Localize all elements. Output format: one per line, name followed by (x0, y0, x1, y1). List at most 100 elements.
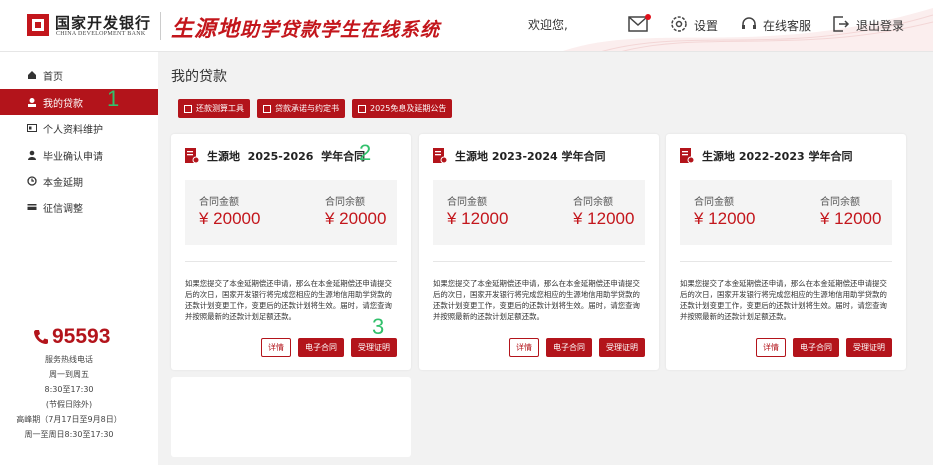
logo-divider (160, 12, 161, 40)
hotline-caption: 服务热线电话 (45, 355, 93, 364)
details-button[interactable]: 详情 (756, 338, 786, 357)
card-divider (185, 261, 397, 262)
contract-card: 生源地 2022-2023 学年合同 合同金额 ¥ 12000 合同余额 ¥ 1… (666, 134, 906, 370)
sidebar-item-label: 本金延期 (43, 177, 83, 189)
empty-card (171, 377, 411, 457)
logout-label: 退出登录 (856, 18, 905, 33)
logo-name-cn: 国家开发银行 (55, 14, 152, 32)
contract-amount-value: ¥ 12000 (447, 209, 509, 228)
loan-icon (27, 97, 37, 107)
amount-panel: 合同金额 ¥ 12000 合同余额 ¥ 12000 (680, 180, 892, 245)
sidebar-item-my-loans[interactable]: 我的贷款 (0, 89, 158, 115)
e-contract-button[interactable]: 电子合同 (546, 338, 592, 357)
card-actions: 详情 电子合同 受理证明 (756, 338, 892, 357)
hotline: 95593 (33, 325, 110, 349)
contract-balance-label: 合同余额 (573, 197, 613, 208)
contract-card-title: 生源地 2022-2023 学年合同 (680, 148, 852, 164)
sidebar-item-home[interactable]: 首页 (0, 62, 158, 88)
gear-icon (670, 15, 688, 36)
system-title: 生源地助学贷款学生在线系统 (171, 11, 440, 43)
sidebar-item-principal-deferral[interactable]: 本金延期 (0, 168, 158, 194)
interest-free-notice-button[interactable]: 2025免息及延期公告 (352, 99, 453, 118)
contract-balance-value: ¥ 12000 (820, 209, 882, 228)
acceptance-certificate-button[interactable]: 受理证明 (599, 338, 645, 357)
sidebar-item-label: 首页 (43, 71, 63, 83)
contract-amount-value: ¥ 12000 (694, 209, 756, 228)
amount-panel: 合同金额 ¥ 12000 合同余额 ¥ 12000 (433, 180, 645, 245)
logout-button[interactable]: 退出登录 (832, 14, 904, 36)
welcome-text: 欢迎您, (528, 18, 568, 32)
deferral-notice: 如果您提交了本金延期偿还申请，那么在本金延期偿还申请提交后的次日，国家开发银行将… (185, 279, 392, 321)
headset-icon (741, 16, 757, 35)
contract-doc-icon (185, 148, 199, 164)
hotline-number: 95593 (52, 325, 111, 348)
contract-amount-label: 合同金额 (447, 197, 487, 208)
annotation-number-2: 2 (359, 140, 372, 165)
mail-button[interactable] (628, 13, 654, 36)
system-title-prefix: 生源地 (171, 17, 241, 42)
contract-card: 生源地 2023-2024 学年合同 合同金额 ¥ 12000 合同余额 ¥ 1… (419, 134, 659, 370)
holiday-note: (节假日除外) (45, 400, 93, 409)
sidebar-item-label: 毕业确认申请 (43, 151, 103, 163)
contract-balance-value: ¥ 12000 (573, 209, 635, 228)
details-button[interactable]: 详情 (261, 338, 291, 357)
graduate-icon (27, 150, 37, 160)
settings-button[interactable]: 设置 (670, 14, 718, 36)
card-actions: 详情 电子合同 受理证明 (261, 338, 397, 357)
contract-balance-value: ¥ 20000 (325, 209, 387, 228)
deferral-notice: 如果您提交了本金延期偿还申请，那么在本金延期偿还申请提交后的次日，国家开发银行将… (680, 279, 887, 321)
contract-doc-icon (680, 148, 694, 164)
sidebar-item-credit-adjustment[interactable]: 征信调整 (0, 194, 158, 220)
tool-button-label: 贷款承诺与约定书 (275, 104, 339, 113)
unread-dot (645, 13, 651, 20)
contract-title-text: 生源地 2023-2024 学年合同 (455, 150, 606, 163)
amount-panel: 合同金额 ¥ 20000 合同余额 ¥ 20000 (185, 180, 397, 245)
mail-icon (628, 13, 651, 35)
contract-card-title: 生源地 2023-2024 学年合同 (433, 148, 605, 164)
phone-icon (33, 329, 49, 345)
online-service-label: 在线客服 (763, 18, 812, 33)
contract-doc-icon (433, 148, 447, 164)
top-header: 国家开发银行 CHINA DEVELOPMENT BANK 生源地助学贷款学生在… (0, 0, 933, 52)
online-service-button[interactable]: 在线客服 (741, 14, 811, 36)
page-title: 我的贷款 (171, 69, 227, 85)
announcement-icon (358, 104, 366, 113)
home-icon (27, 70, 37, 80)
contract-title-text: 生源地 2022-2023 学年合同 (702, 150, 853, 163)
peak-hours: 周一至周日8:30至17:30 (24, 430, 114, 439)
sidebar-item-profile[interactable]: 个人资料维护 (0, 115, 158, 141)
document-icon (263, 104, 271, 113)
sidebar-item-label: 个人资料维护 (43, 124, 103, 136)
e-contract-button[interactable]: 电子合同 (793, 338, 839, 357)
logo-name-en: CHINA DEVELOPMENT BANK (56, 31, 146, 37)
card-actions: 详情 电子合同 受理证明 (509, 338, 645, 357)
contract-card-title: 生源地 2025-2026 学年合同 (185, 148, 365, 164)
settings-label: 设置 (694, 18, 719, 33)
acceptance-certificate-button[interactable]: 受理证明 (351, 338, 397, 357)
service-hours: 8:30至17:30 (44, 385, 94, 394)
logout-icon (832, 15, 850, 35)
annotation-number-1: 1 (107, 86, 120, 111)
calculator-icon (184, 104, 192, 113)
service-days: 周一到周五 (49, 370, 89, 379)
cdb-logo-icon (27, 14, 49, 36)
contract-amount-label: 合同金额 (199, 197, 239, 208)
card-divider (680, 261, 892, 262)
details-button[interactable]: 详情 (509, 338, 539, 357)
deferral-notice: 如果您提交了本金延期偿还申请，那么在本金延期偿还申请提交后的次日，国家开发银行将… (433, 279, 640, 321)
card-divider (433, 261, 645, 262)
sidebar-item-graduation[interactable]: 毕业确认申请 (0, 142, 158, 168)
annotation-number-3: 3 (372, 314, 385, 339)
credit-icon (27, 202, 37, 212)
contract-amount-label: 合同金额 (694, 197, 734, 208)
acceptance-certificate-button[interactable]: 受理证明 (846, 338, 892, 357)
loan-agreement-button[interactable]: 贷款承诺与约定书 (257, 99, 345, 118)
e-contract-button[interactable]: 电子合同 (298, 338, 344, 357)
peak-period: 高峰期（7月17日至9月8日） (16, 415, 122, 424)
contract-balance-label: 合同余额 (325, 197, 365, 208)
tool-button-label: 还款测算工具 (196, 104, 244, 113)
tool-button-label: 2025免息及延期公告 (370, 104, 447, 113)
repayment-calculator-button[interactable]: 还款测算工具 (178, 99, 250, 118)
system-title-rest: 助学贷款学生在线系统 (240, 19, 441, 41)
contract-title-text: 生源地 2025-2026 学年合同 (207, 150, 366, 163)
